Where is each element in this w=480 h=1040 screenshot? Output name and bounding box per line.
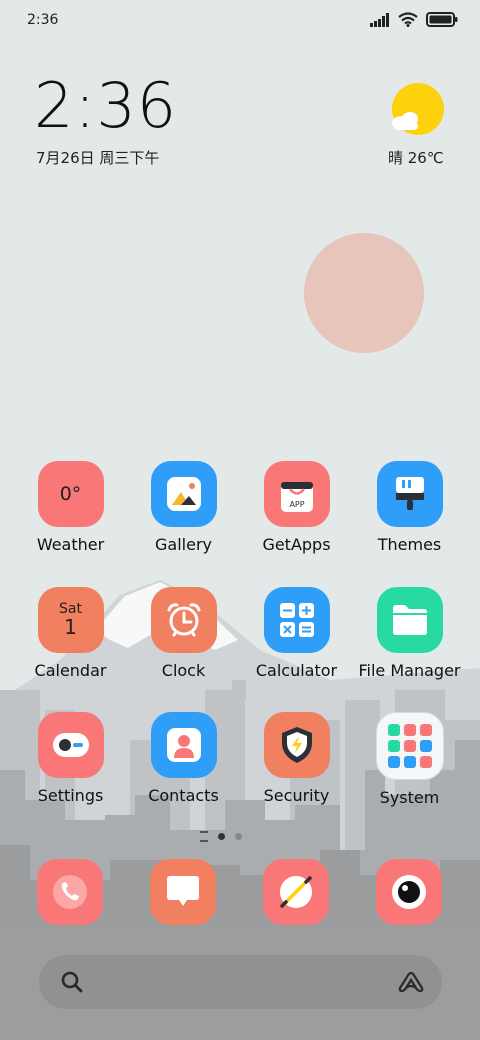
weather-icon: 0° xyxy=(37,461,104,527)
contacts-icon xyxy=(150,712,217,778)
phone-glyph xyxy=(53,875,87,909)
home-page-indicator-icon xyxy=(200,831,208,842)
app-settings[interactable]: Settings xyxy=(14,712,127,805)
app-label: File Manager xyxy=(358,661,461,680)
signal-icon xyxy=(370,12,389,27)
status-bar: 2:36 xyxy=(0,0,480,42)
messaging-icon[interactable] xyxy=(150,859,216,925)
folder-icon xyxy=(376,587,443,653)
folder-glyph xyxy=(392,605,427,635)
app-gallery[interactable]: Gallery xyxy=(127,461,240,554)
weather-icon-text: 0° xyxy=(59,483,82,505)
app-label: Settings xyxy=(37,786,104,805)
calculator-glyph xyxy=(279,603,314,637)
app-security[interactable]: Security xyxy=(240,712,353,805)
compass-glyph xyxy=(280,876,312,908)
app-label: Security xyxy=(263,786,330,805)
page-indicator[interactable] xyxy=(200,831,242,842)
app-file-manager[interactable]: File Manager xyxy=(353,587,466,680)
calendar-day-number: 1 xyxy=(64,614,77,639)
weather-widget-text: 晴 26℃ xyxy=(388,149,444,167)
lens-glyph xyxy=(392,875,426,909)
clock-widget-date: 7月26日 周三下午 xyxy=(36,149,160,167)
gallery-glyph xyxy=(166,477,201,511)
browser-icon[interactable] xyxy=(263,859,329,925)
clock-icon xyxy=(150,587,217,653)
security-icon xyxy=(263,712,330,778)
person-card-glyph xyxy=(166,728,201,762)
shield-glyph xyxy=(281,727,312,763)
app-weather[interactable]: 0° Weather xyxy=(14,461,127,554)
search-icon xyxy=(61,971,83,993)
camera-icon[interactable] xyxy=(376,859,442,925)
calculator-icon xyxy=(263,587,330,653)
home-screen: 2:36 2:36 7月26日 周三下午 晴 26℃ 0° Weather Ga… xyxy=(0,0,480,1040)
themes-icon xyxy=(376,461,443,527)
app-label: Weather xyxy=(36,535,105,554)
search-bar[interactable] xyxy=(39,955,442,1009)
app-calculator[interactable]: Calculator xyxy=(240,587,353,680)
page-dot-active xyxy=(218,833,225,840)
status-time: 2:36 xyxy=(27,12,59,28)
assistant-icon[interactable] xyxy=(396,970,426,994)
svg-text:APP: APP xyxy=(289,500,304,509)
chat-bubble-glyph xyxy=(167,876,199,906)
shopping-bag-glyph: APP xyxy=(280,482,313,512)
app-clock[interactable]: Clock xyxy=(127,587,240,680)
app-contacts[interactable]: Contacts xyxy=(127,712,240,805)
phone-icon[interactable] xyxy=(37,859,103,925)
getapps-icon: APP xyxy=(263,461,330,527)
app-getapps[interactable]: APP GetApps xyxy=(240,461,353,554)
toggle-glyph xyxy=(52,733,89,757)
settings-icon xyxy=(37,712,104,778)
app-label: Calculator xyxy=(255,661,338,680)
battery-icon xyxy=(426,12,458,27)
app-calendar[interactable]: Sat 1 Calendar xyxy=(14,587,127,680)
gallery-icon xyxy=(150,461,217,527)
wifi-icon xyxy=(398,12,418,27)
page-dot xyxy=(235,833,242,840)
folder-grid-glyph xyxy=(387,724,432,768)
app-label: GetApps xyxy=(262,535,331,554)
app-label: Themes xyxy=(377,535,442,554)
app-label: Contacts xyxy=(148,786,219,805)
app-label: Gallery xyxy=(155,535,212,554)
calendar-icon: Sat 1 xyxy=(37,587,104,653)
system-folder-icon xyxy=(375,712,444,780)
app-label: Clock xyxy=(161,661,206,680)
paintbrush-glyph xyxy=(395,477,424,510)
alarm-clock-glyph xyxy=(167,603,200,637)
app-label: System xyxy=(379,788,440,807)
sunny-weather-icon[interactable] xyxy=(384,82,454,142)
status-icons xyxy=(370,12,458,27)
app-label: Calendar xyxy=(34,661,107,680)
app-themes[interactable]: Themes xyxy=(353,461,466,554)
clock-widget-time[interactable]: 2:36 xyxy=(34,75,177,137)
app-system-folder[interactable]: System xyxy=(353,712,466,807)
